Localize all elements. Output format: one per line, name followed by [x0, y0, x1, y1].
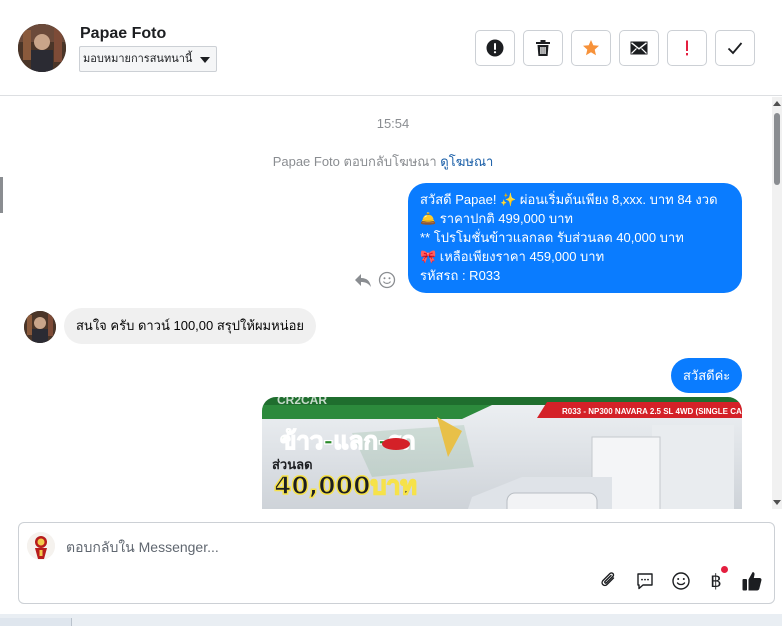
saved-reply-icon: [637, 573, 653, 590]
message-line: ** โปรโมชั่นข้าวแลกลด รับส่วนลด 40,000 บ…: [420, 230, 684, 245]
emoji-icon: [672, 572, 690, 590]
reply-arrow-icon[interactable]: [354, 272, 372, 288]
assign-conversation-dropdown[interactable]: มอบหมายการสนทนานี้: [79, 46, 218, 72]
exclamation-icon: [686, 40, 688, 56]
payment-button[interactable]: ฿: [704, 566, 728, 593]
page-avatar: [27, 532, 55, 560]
delete-button[interactable]: [523, 30, 563, 66]
reply-input[interactable]: [66, 536, 706, 558]
paperclip-icon: [601, 572, 615, 587]
contact-name[interactable]: Papae Foto: [80, 25, 166, 43]
thread-scrollbar[interactable]: [772, 97, 782, 509]
ad-banner-text: R033 - NP300 NAVARA 2.5 SL 4WD (SINGLE C…: [562, 407, 742, 416]
mark-unread-button[interactable]: [619, 30, 659, 66]
conversation-header: Papae Foto มอบหมายการสนทนานี้: [0, 0, 782, 96]
outgoing-greeting-bubble[interactable]: สวัสดีค่ะ: [671, 358, 743, 393]
message-text: สวัสดีค่ะ: [683, 368, 731, 383]
message-line: สวัสดี Papae! ✨ ผ่อนเริ่มต้นเพียง 8,xxx.…: [420, 192, 718, 207]
left-edge-marker: [0, 177, 3, 213]
report-spam-button[interactable]: [475, 30, 515, 66]
checkmark-icon: [727, 42, 743, 55]
taskbar-tab[interactable]: [0, 618, 72, 626]
follow-up-button[interactable]: [667, 30, 707, 66]
scroll-thumb[interactable]: [774, 113, 780, 185]
incoming-message-bubble[interactable]: สนใจ ครับ ดาวน์ 100,00 สรุปให้ผมหน่อย: [64, 308, 317, 344]
car-ad-image: R033 - NP300 NAVARA 2.5 SL 4WD (SINGLE C…: [262, 397, 742, 509]
assign-dropdown-label: มอบหมายการสนทนานี้: [83, 53, 193, 65]
like-button[interactable]: [740, 569, 764, 593]
thumbs-up-icon: [742, 572, 762, 591]
notification-dot: [721, 566, 728, 573]
view-ad-link[interactable]: ดูโฆษณา: [440, 154, 493, 169]
scroll-up-arrow[interactable]: [773, 101, 781, 106]
scroll-down-arrow[interactable]: [773, 500, 781, 505]
taskbar-strip: [0, 614, 782, 626]
ad-brand-text: CR2CAR: [277, 397, 327, 407]
mark-done-button[interactable]: [715, 30, 755, 66]
contact-avatar[interactable]: [18, 24, 66, 72]
saved-replies-button[interactable]: [633, 569, 657, 593]
outgoing-message-bubble[interactable]: สวัสดี Papae! ✨ ผ่อนเริ่มต้นเพียง 8,xxx.…: [408, 183, 742, 293]
attach-file-button[interactable]: [597, 569, 621, 593]
star-button[interactable]: [571, 30, 611, 66]
message-actions: [354, 271, 396, 289]
message-line: รหัสรถ : R033: [420, 268, 501, 283]
ad-image-attachment[interactable]: R033 - NP300 NAVARA 2.5 SL 4WD (SINGLE C…: [262, 397, 742, 509]
contact-avatar-small[interactable]: [24, 311, 56, 343]
ad-discount-value: 40,000บาท: [274, 471, 417, 500]
envelope-icon: [630, 41, 648, 55]
star-icon: [583, 40, 599, 56]
message-line: 🛎️ ราคาปกติ 499,000 บาท: [420, 211, 573, 226]
exclamation-circle-icon: [486, 39, 504, 57]
caret-down-icon: [200, 57, 211, 63]
emoji-button[interactable]: [669, 569, 693, 593]
trash-icon: [536, 40, 550, 56]
ad-reply-notice: Papae Foto ตอบกลับโฆษณา ดูโฆษณา: [0, 151, 766, 172]
message-thread[interactable]: 15:54 Papae Foto ตอบกลับโฆษณา ดูโฆษณา สว…: [0, 97, 772, 509]
ad-reply-text: Papae Foto ตอบกลับโฆษณา: [272, 154, 437, 169]
messenger-inbox: Papae Foto มอบหมายการสนทนานี้ 15:54 Papa…: [0, 0, 782, 626]
message-timestamp: 15:54: [376, 116, 410, 131]
payment-icon: ฿: [710, 570, 722, 592]
message-composer: ฿: [18, 522, 775, 604]
message-line: 🎀 เหลือเพียงราคา 459,000 บาท: [420, 249, 605, 264]
react-emoji-icon[interactable]: [378, 271, 396, 289]
